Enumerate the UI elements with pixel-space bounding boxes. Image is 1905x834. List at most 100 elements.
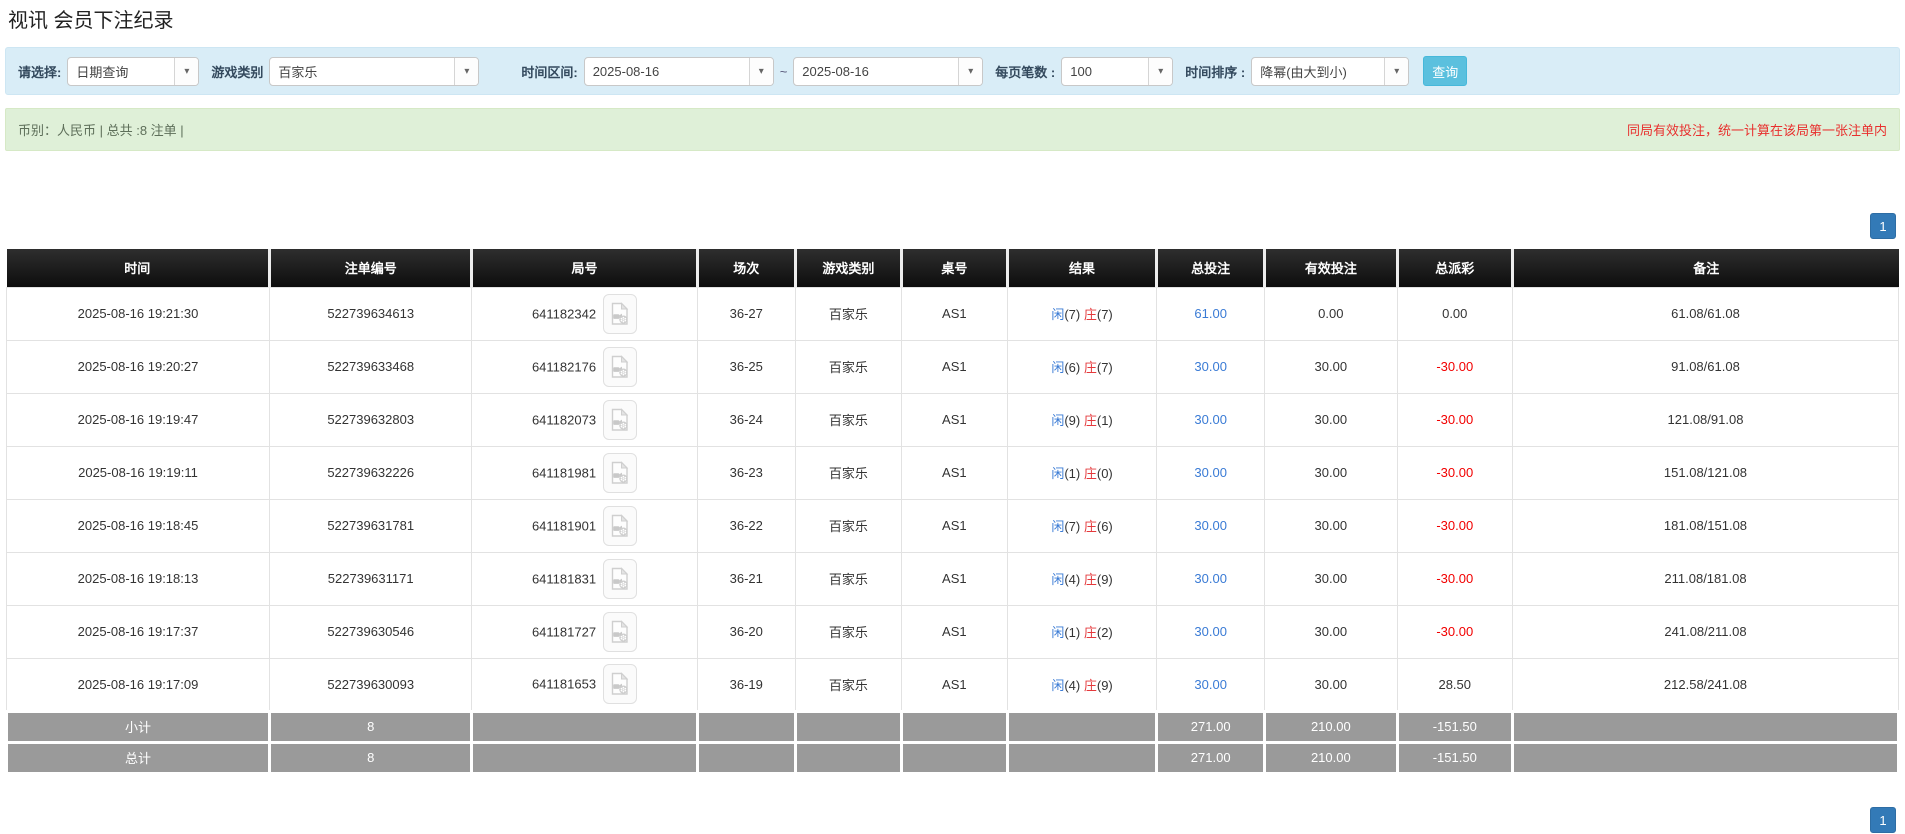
select-type-label: 请选择: xyxy=(18,62,61,81)
cell-payout: -30.00 xyxy=(1397,446,1512,499)
cell-game-category: 百家乐 xyxy=(795,552,901,605)
cell-table-number: AS1 xyxy=(901,287,1007,340)
time-sort-value: 降幂(由大到小) xyxy=(1252,58,1384,85)
summary-label: 总计 xyxy=(7,742,270,773)
cell-total-bet: 30.00 xyxy=(1157,340,1265,393)
cell-result: 闲(4) 庄(9) xyxy=(1007,658,1156,711)
cell-session: 36-27 xyxy=(697,287,795,340)
date-to-select[interactable]: 2025-08-16 ▾ xyxy=(793,57,983,86)
video-replay-button[interactable] xyxy=(603,294,637,334)
table-row: 2025-08-16 19:17:09522739630093641181653… xyxy=(7,658,1899,711)
banker-result-score: (7) xyxy=(1097,307,1113,322)
column-header-2: 注单编号 xyxy=(269,249,471,287)
cell-valid-bet: 30.00 xyxy=(1265,446,1397,499)
total-bet-link[interactable]: 30.00 xyxy=(1194,624,1227,639)
query-type-select[interactable]: 日期查询 ▾ xyxy=(67,57,199,86)
total-bet-link[interactable]: 30.00 xyxy=(1194,359,1227,374)
column-header-1: 时间 xyxy=(7,249,270,287)
summary-count: 8 xyxy=(269,711,471,742)
summary-result xyxy=(1007,711,1156,742)
date-from-select[interactable]: 2025-08-16 ▾ xyxy=(584,57,774,86)
summary-result xyxy=(1007,742,1156,773)
table-row: 2025-08-16 19:19:11522739632226641181981… xyxy=(7,446,1899,499)
game-category-select[interactable]: 百家乐 ▾ xyxy=(269,57,479,86)
chevron-down-icon[interactable]: ▾ xyxy=(1148,58,1172,85)
chevron-down-icon[interactable]: ▾ xyxy=(174,58,198,85)
cell-game-category: 百家乐 xyxy=(795,499,901,552)
total-bet-link[interactable]: 30.00 xyxy=(1194,465,1227,480)
round-number: 641182176 xyxy=(532,359,596,374)
banker-result-label: 庄 xyxy=(1084,572,1097,587)
player-result-label: 闲 xyxy=(1051,572,1064,587)
column-header-7: 结果 xyxy=(1007,249,1156,287)
column-header-10: 总派彩 xyxy=(1397,249,1512,287)
cell-game-category: 百家乐 xyxy=(795,658,901,711)
valid-bet-notice: 同局有效投注，统一计算在该局第一张注单内 xyxy=(1627,120,1887,139)
video-replay-button[interactable] xyxy=(603,506,637,546)
cell-remark: 151.08/121.08 xyxy=(1512,446,1898,499)
cell-payout: 28.50 xyxy=(1397,658,1512,711)
cell-valid-bet: 30.00 xyxy=(1265,499,1397,552)
cell-table-number: AS1 xyxy=(901,499,1007,552)
cell-result: 闲(9) 庄(1) xyxy=(1007,393,1156,446)
total-bet-link[interactable]: 30.00 xyxy=(1194,677,1227,692)
date-to-value: 2025-08-16 xyxy=(794,58,958,85)
video-replay-button[interactable] xyxy=(603,400,637,440)
video-file-icon xyxy=(610,302,630,326)
page-1-button[interactable]: 1 xyxy=(1870,213,1896,239)
game-category-value: 百家乐 xyxy=(270,58,454,85)
total-bet-link[interactable]: 30.00 xyxy=(1194,571,1227,586)
chevron-down-icon[interactable]: ▾ xyxy=(749,58,773,85)
cell-session: 36-20 xyxy=(697,605,795,658)
chevron-down-icon[interactable]: ▾ xyxy=(958,58,982,85)
page-title: 视讯 会员下注纪录 xyxy=(0,0,1905,41)
cell-time: 2025-08-16 19:19:47 xyxy=(7,393,270,446)
round-number: 641182342 xyxy=(532,306,596,321)
time-range-label: 时间区间: xyxy=(521,62,577,81)
cell-round-number: 641181831 xyxy=(472,552,697,605)
cell-result: 闲(1) 庄(0) xyxy=(1007,446,1156,499)
cell-time: 2025-08-16 19:18:45 xyxy=(7,499,270,552)
total-bet-link[interactable]: 30.00 xyxy=(1194,412,1227,427)
query-type-value: 日期查询 xyxy=(68,58,174,85)
pagination-top: 1 xyxy=(0,213,1905,239)
video-replay-button[interactable] xyxy=(603,664,637,704)
summary-game xyxy=(795,742,901,773)
player-result-score: (1) xyxy=(1064,466,1080,481)
player-result-label: 闲 xyxy=(1051,307,1064,322)
cell-result: 闲(7) 庄(7) xyxy=(1007,287,1156,340)
video-replay-button[interactable] xyxy=(603,347,637,387)
cell-valid-bet: 30.00 xyxy=(1265,605,1397,658)
total-bet-link[interactable]: 30.00 xyxy=(1194,518,1227,533)
cell-remark: 241.08/211.08 xyxy=(1512,605,1898,658)
video-replay-button[interactable] xyxy=(603,559,637,599)
cell-round-number: 641181981 xyxy=(472,446,697,499)
query-button[interactable]: 查询 xyxy=(1423,56,1467,86)
video-replay-button[interactable] xyxy=(603,612,637,652)
time-sort-select[interactable]: 降幂(由大到小) ▾ xyxy=(1251,57,1409,86)
grand-total-row: 总计8271.00210.00-151.50 xyxy=(7,742,1899,773)
table-body: 2025-08-16 19:21:30522739634613641182342… xyxy=(7,287,1899,773)
summary-table xyxy=(901,742,1007,773)
cell-session: 36-19 xyxy=(697,658,795,711)
cell-result: 闲(1) 庄(2) xyxy=(1007,605,1156,658)
cell-total-bet: 61.00 xyxy=(1157,287,1265,340)
video-file-icon xyxy=(610,408,630,432)
cell-table-number: AS1 xyxy=(901,340,1007,393)
cell-result: 闲(7) 庄(6) xyxy=(1007,499,1156,552)
video-file-icon xyxy=(610,355,630,379)
banker-result-score: (7) xyxy=(1097,360,1113,375)
chevron-down-icon[interactable]: ▾ xyxy=(454,58,478,85)
player-result-label: 闲 xyxy=(1051,413,1064,428)
page-size-select[interactable]: 100 ▾ xyxy=(1061,57,1173,86)
cell-table-number: AS1 xyxy=(901,552,1007,605)
summary-payout: -151.50 xyxy=(1397,711,1512,742)
column-header-4: 场次 xyxy=(697,249,795,287)
bet-records-table: 时间注单编号局号场次游戏类别桌号结果总投注有效投注总派彩备注 2025-08-1… xyxy=(5,249,1900,775)
cell-remark: 91.08/61.08 xyxy=(1512,340,1898,393)
cell-payout: 0.00 xyxy=(1397,287,1512,340)
chevron-down-icon[interactable]: ▾ xyxy=(1384,58,1408,85)
video-replay-button[interactable] xyxy=(603,453,637,493)
summary-session xyxy=(697,742,795,773)
total-bet-link[interactable]: 61.00 xyxy=(1194,306,1227,321)
